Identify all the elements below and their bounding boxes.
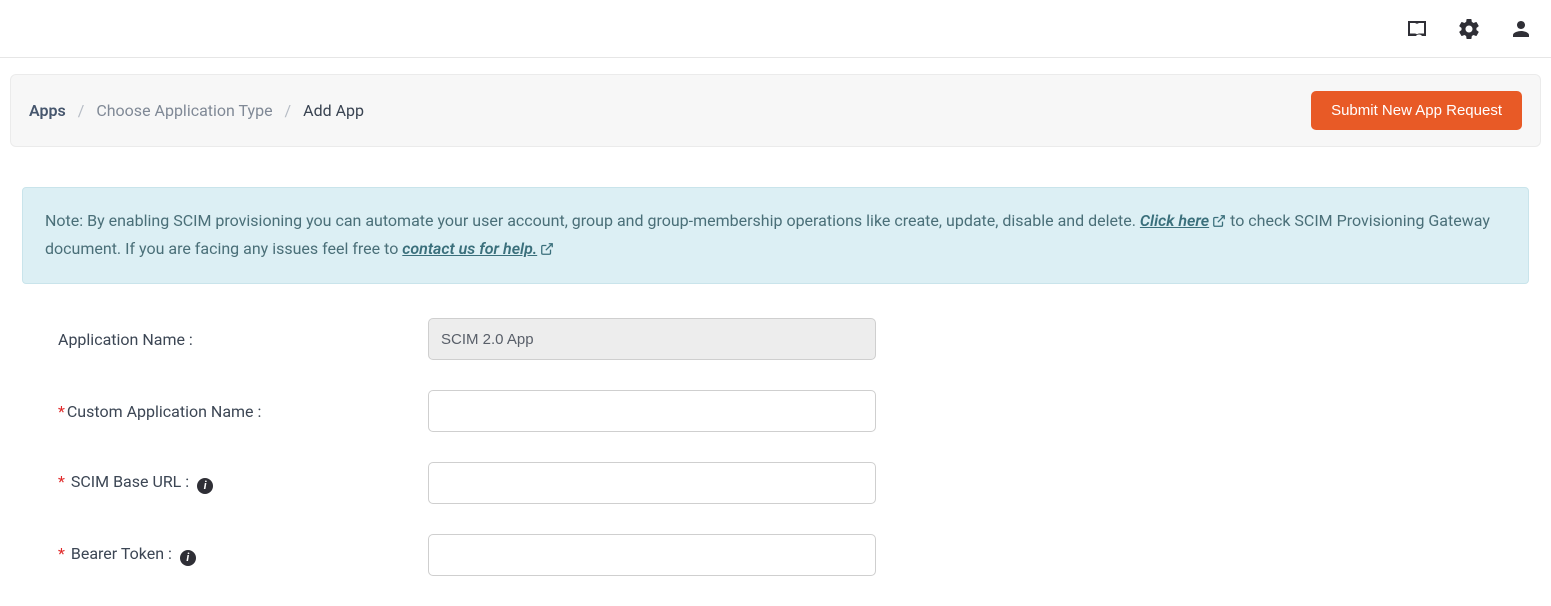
breadcrumb: Apps / Choose Application Type / Add App: [29, 101, 364, 120]
scim-base-url-label: * SCIM Base URL : i: [58, 472, 428, 494]
bearer-token-input[interactable]: [428, 534, 876, 576]
app-name-input: [428, 318, 876, 360]
contact-us-link[interactable]: contact us for help.: [402, 239, 554, 258]
breadcrumb-separator: /: [78, 101, 85, 120]
form-row-app-name: Application Name :: [22, 318, 1529, 360]
external-link-icon: [1212, 210, 1226, 236]
breadcrumb-choose-type[interactable]: Choose Application Type: [96, 101, 272, 120]
content: Note: By enabling SCIM provisioning you …: [10, 147, 1541, 576]
info-icon[interactable]: i: [180, 550, 196, 566]
form-row-bearer-token: * Bearer Token : i: [22, 534, 1529, 576]
bearer-token-label: * Bearer Token : i: [58, 544, 428, 566]
gear-icon[interactable]: [1457, 17, 1481, 41]
book-icon[interactable]: [1405, 17, 1429, 41]
breadcrumb-apps[interactable]: Apps: [29, 101, 66, 120]
breadcrumb-bar: Apps / Choose Application Type / Add App…: [10, 74, 1541, 147]
breadcrumb-separator: /: [285, 101, 292, 120]
scim-base-url-input[interactable]: [428, 462, 876, 504]
topbar: [0, 0, 1551, 58]
click-here-link[interactable]: Click here: [1140, 211, 1226, 230]
person-icon[interactable]: [1509, 17, 1533, 41]
page-body: Apps / Choose Application Type / Add App…: [0, 58, 1551, 576]
custom-app-name-input[interactable]: [428, 390, 876, 432]
form-row-custom-name: *Custom Application Name :: [22, 390, 1529, 432]
breadcrumb-current: Add App: [303, 101, 364, 120]
form-row-scim-base: * SCIM Base URL : i: [22, 462, 1529, 504]
info-icon[interactable]: i: [197, 478, 213, 494]
custom-app-name-label: *Custom Application Name :: [58, 402, 428, 421]
app-name-label: Application Name :: [58, 330, 428, 349]
note-text-prefix: Note: By enabling SCIM provisioning you …: [45, 211, 1140, 230]
external-link-icon: [540, 238, 554, 264]
info-note: Note: By enabling SCIM provisioning you …: [22, 187, 1529, 284]
submit-new-app-button[interactable]: Submit New App Request: [1311, 91, 1522, 130]
